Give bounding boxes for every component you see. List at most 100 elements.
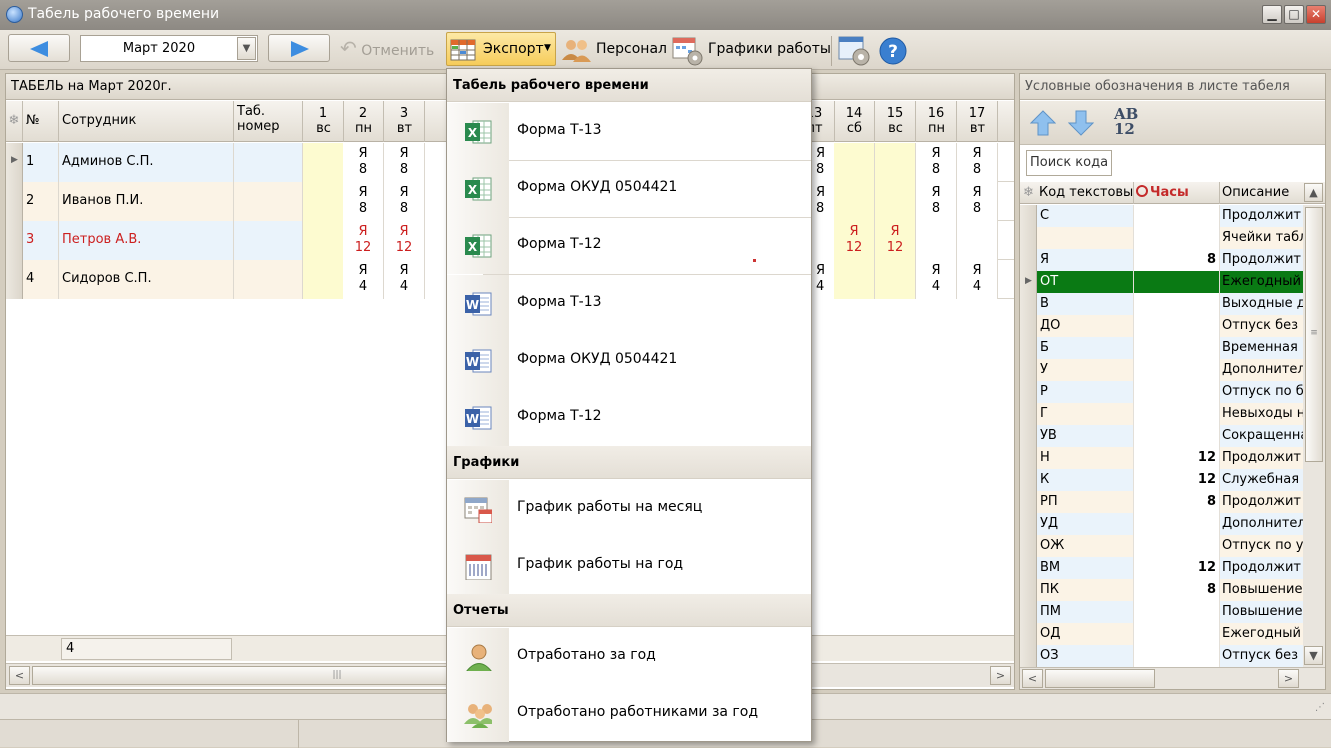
- move-down-icon[interactable]: [1068, 109, 1094, 137]
- legend-description[interactable]: Невыходы н: [1220, 403, 1303, 425]
- legend-hours[interactable]: [1134, 337, 1220, 359]
- legend-row-selector[interactable]: [1020, 381, 1037, 403]
- tab-number[interactable]: [234, 182, 303, 221]
- legend-description[interactable]: Отпуск по б: [1220, 381, 1303, 403]
- row-num[interactable]: 3: [23, 221, 59, 260]
- legend-code[interactable]: ОЗ: [1037, 645, 1134, 667]
- legend-hscroll-thumb[interactable]: [1045, 669, 1155, 688]
- employee-name[interactable]: Петров А.В.: [59, 221, 234, 260]
- legend-hours[interactable]: 12: [1134, 469, 1220, 491]
- row-num[interactable]: 4: [23, 260, 59, 299]
- legend-description[interactable]: Дополнител: [1220, 359, 1303, 381]
- row-num[interactable]: 2: [23, 182, 59, 221]
- export-word-item[interactable]: W Форма Т-12: [447, 389, 811, 446]
- legend-hours[interactable]: [1134, 623, 1220, 645]
- prev-month-button[interactable]: [8, 34, 70, 62]
- row-num[interactable]: 1: [23, 143, 59, 182]
- legend-row[interactable]: Б Временная н: [1020, 337, 1303, 359]
- legend-row[interactable]: ОЗ Отпуск без: [1020, 645, 1303, 667]
- legend-description[interactable]: Повышение: [1220, 579, 1303, 601]
- legend-description[interactable]: Продолжит: [1220, 491, 1303, 513]
- day-cell[interactable]: Я 8: [343, 143, 384, 182]
- legend-row-selector[interactable]: [1020, 337, 1037, 359]
- legend-row[interactable]: ▶ ОТ Ежегодный: [1020, 271, 1303, 293]
- legend-hours[interactable]: [1134, 205, 1220, 227]
- legend-row[interactable]: ОД Ежегодный: [1020, 623, 1303, 645]
- legend-row[interactable]: Н 12 Продолжит: [1020, 447, 1303, 469]
- legend-description[interactable]: Повышение: [1220, 601, 1303, 623]
- export-excel-item[interactable]: X Форма Т-12: [447, 217, 811, 274]
- export-button[interactable]: Экспорт ▼: [446, 32, 556, 66]
- settings-icon[interactable]: [838, 35, 872, 67]
- col-code[interactable]: Код текстовый: [1037, 182, 1134, 204]
- legend-row[interactable]: У Дополнител: [1020, 359, 1303, 381]
- legend-hours[interactable]: [1134, 513, 1220, 535]
- legend-hours[interactable]: [1134, 645, 1220, 667]
- legend-hours[interactable]: [1134, 381, 1220, 403]
- legend-hours[interactable]: 8: [1134, 491, 1220, 513]
- legend-row-selector[interactable]: ▶: [1020, 271, 1037, 293]
- legend-hours[interactable]: [1134, 271, 1220, 293]
- legend-row-selector[interactable]: [1020, 205, 1037, 227]
- legend-code[interactable]: Я: [1037, 249, 1134, 271]
- schedule-month-item[interactable]: График работы на месяц: [447, 480, 811, 537]
- legend-description[interactable]: Ежегодный: [1220, 271, 1303, 293]
- legend-row-selector[interactable]: [1020, 645, 1037, 667]
- day-cell[interactable]: [834, 182, 875, 221]
- day-cell[interactable]: Я 8: [384, 143, 425, 182]
- legend-row-selector[interactable]: [1020, 227, 1037, 249]
- export-excel-item[interactable]: X Форма Т-13: [447, 103, 811, 160]
- legend-row[interactable]: РП 8 Продолжит: [1020, 491, 1303, 513]
- day-cell[interactable]: [916, 221, 957, 260]
- day-cell[interactable]: Я 8: [916, 143, 957, 182]
- legend-code[interactable]: С: [1037, 205, 1134, 227]
- legend-description[interactable]: Выходные д: [1220, 293, 1303, 315]
- legend-code[interactable]: Н: [1037, 447, 1134, 469]
- legend-code[interactable]: РП: [1037, 491, 1134, 513]
- legend-scroll-left[interactable]: <: [1022, 669, 1043, 688]
- legend-code[interactable]: ПК: [1037, 579, 1134, 601]
- legend-row[interactable]: В Выходные д: [1020, 293, 1303, 315]
- legend-description[interactable]: Сокращенна: [1220, 425, 1303, 447]
- legend-hours[interactable]: [1134, 601, 1220, 623]
- legend-code[interactable]: ОТ: [1037, 271, 1134, 293]
- legend-code[interactable]: ДО: [1037, 315, 1134, 337]
- day-cell[interactable]: [303, 182, 344, 221]
- legend-row-selector[interactable]: [1020, 293, 1037, 315]
- col-num[interactable]: №: [23, 101, 59, 142]
- staff-button[interactable]: Персонал: [596, 41, 667, 57]
- day-cell[interactable]: Я 4: [343, 260, 384, 299]
- legend-row-selector[interactable]: [1020, 623, 1037, 645]
- legend-hours[interactable]: [1134, 425, 1220, 447]
- row-selector[interactable]: [6, 182, 23, 221]
- legend-row-selector[interactable]: [1020, 557, 1037, 579]
- legend-hours[interactable]: 12: [1134, 557, 1220, 579]
- report-year-item[interactable]: Отработано за год: [447, 628, 811, 685]
- legend-code[interactable]: В: [1037, 293, 1134, 315]
- tab-number[interactable]: [234, 143, 303, 182]
- day-cell[interactable]: Я 12: [834, 221, 875, 260]
- legend-code[interactable]: ВМ: [1037, 557, 1134, 579]
- close-button[interactable]: ✕: [1306, 5, 1326, 24]
- day-cell[interactable]: Я 12: [384, 221, 425, 260]
- legend-description[interactable]: Продолжит: [1220, 447, 1303, 469]
- legend-code[interactable]: ОД: [1037, 623, 1134, 645]
- day-cell[interactable]: Я 8: [957, 143, 998, 182]
- day-cell[interactable]: [834, 143, 875, 182]
- legend-code[interactable]: Б: [1037, 337, 1134, 359]
- undo-button[interactable]: ↶ Отменить: [340, 34, 434, 62]
- legend-hours[interactable]: 8: [1134, 579, 1220, 601]
- day-cell[interactable]: Я 8: [957, 182, 998, 221]
- legend-vscrollbar[interactable]: ≡ ▼: [1303, 205, 1325, 667]
- day-cell[interactable]: [303, 260, 344, 299]
- legend-scroll-thumb[interactable]: ≡: [1305, 207, 1323, 462]
- legend-description[interactable]: Временная н: [1220, 337, 1303, 359]
- legend-code[interactable]: Р: [1037, 381, 1134, 403]
- legend-hours[interactable]: [1134, 315, 1220, 337]
- day-cell[interactable]: [834, 260, 875, 299]
- legend-description[interactable]: Ячейки табл: [1220, 227, 1303, 249]
- row-selector[interactable]: [6, 221, 23, 260]
- legend-hours[interactable]: [1134, 535, 1220, 557]
- legend-scroll-down[interactable]: ▼: [1304, 646, 1323, 665]
- export-word-item[interactable]: W Форма Т-13: [447, 275, 811, 332]
